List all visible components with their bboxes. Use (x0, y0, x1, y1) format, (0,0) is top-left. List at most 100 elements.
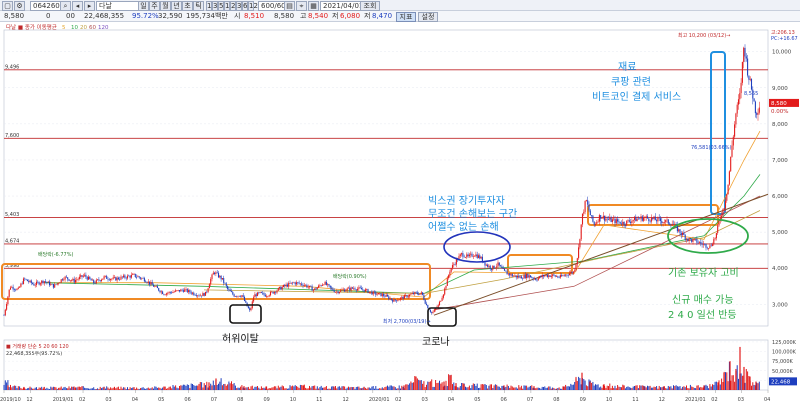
volume-bar (431, 379, 433, 390)
volume-bar (747, 371, 749, 390)
candle-body (685, 238, 688, 240)
volume-bar (585, 385, 587, 390)
volume-bar (634, 386, 635, 390)
candle-body (698, 241, 701, 243)
volume-bar (741, 375, 743, 390)
candle-body (623, 221, 625, 226)
candle-body (58, 283, 60, 284)
volume-bar (173, 386, 175, 390)
candle-body (622, 221, 624, 225)
volume-bar (423, 381, 425, 390)
volume-bar (500, 388, 502, 390)
candle-body (633, 216, 636, 220)
candle-body (262, 292, 264, 294)
volume-bar (297, 386, 299, 390)
volume-bar (351, 387, 353, 390)
candle-body (593, 221, 595, 225)
volume-bar (437, 382, 439, 390)
volume-bar (147, 387, 149, 390)
volume-bar (150, 388, 152, 390)
volume-bar (58, 387, 60, 390)
candle-body (3, 315, 5, 316)
date-tick-label: 04 (764, 397, 770, 403)
candle-body (289, 282, 291, 284)
volume-bar (496, 384, 498, 390)
volume-bar (435, 380, 437, 390)
candle-body (198, 295, 200, 297)
candle-body (117, 277, 119, 280)
volume-bar (272, 387, 274, 390)
volume-bar (39, 387, 41, 390)
candle-body (128, 275, 130, 277)
candle-body (366, 289, 368, 290)
candle-body (592, 215, 594, 222)
candle-body (37, 281, 39, 283)
candle-body (641, 216, 643, 221)
candle-body (671, 224, 673, 226)
candle-body (99, 280, 101, 281)
candle-body (20, 283, 22, 287)
volume-bar (182, 384, 184, 390)
candle-body (126, 275, 129, 279)
volume-bar (593, 385, 595, 390)
volume-bar (296, 386, 297, 390)
stock-chart[interactable]: 다날 ■ 종가 이동평균 5 10 20 60 1203,0004,0005,0006,0… (0, 0, 800, 404)
candle-body (429, 309, 431, 312)
volume-bar (116, 387, 118, 390)
volume-bar (627, 386, 629, 390)
volume-bar (145, 388, 147, 390)
volume-bar (530, 385, 531, 390)
volume-bar (488, 385, 490, 390)
candle-body (100, 279, 103, 281)
candle-body (502, 268, 504, 269)
volume-bar (492, 388, 494, 390)
volume-bar-peak (43, 387, 45, 390)
candle-body (662, 222, 664, 224)
volume-bar (624, 388, 626, 390)
candle-body (489, 265, 491, 269)
candle-body (653, 216, 655, 219)
candle-body (184, 289, 186, 292)
candle-body (267, 296, 269, 297)
volume-bar (440, 383, 442, 390)
candle-body (492, 265, 494, 270)
candle-body (290, 282, 292, 284)
volume-bar (596, 384, 598, 390)
candle-body (438, 301, 441, 306)
volume-bar (286, 388, 288, 390)
candle-body (380, 292, 382, 297)
volume-bar (649, 385, 651, 390)
candle-body (550, 275, 552, 277)
candle-body (305, 284, 307, 286)
candle-body (103, 276, 105, 279)
volume-bar (78, 386, 80, 390)
volume-bar (600, 386, 602, 390)
candle-body (173, 291, 175, 293)
candle-body (71, 280, 73, 281)
volume-bar (17, 386, 19, 390)
candle-body (355, 289, 357, 291)
volume-bar (648, 386, 650, 390)
candle-body (385, 295, 387, 297)
candle-body (467, 254, 469, 257)
candle-body (336, 291, 338, 293)
volume-bar (247, 386, 249, 390)
candle-body (750, 78, 753, 90)
volume-bar (119, 389, 121, 390)
volume-bar (158, 387, 160, 390)
candle-body (427, 305, 429, 309)
volume-bar (41, 386, 43, 390)
volume-bar (91, 388, 93, 390)
candle-body (619, 221, 621, 224)
candle-body (758, 107, 760, 113)
volume-bar (45, 388, 47, 390)
volume-bar (216, 384, 218, 390)
candle-body (379, 292, 381, 294)
candle-body (97, 279, 99, 281)
volume-bar (6, 382, 8, 390)
candle-body (757, 112, 759, 115)
volume-bar (302, 385, 304, 390)
volume-bar (520, 385, 522, 390)
candle-body (576, 258, 578, 265)
candle-body (194, 294, 196, 296)
